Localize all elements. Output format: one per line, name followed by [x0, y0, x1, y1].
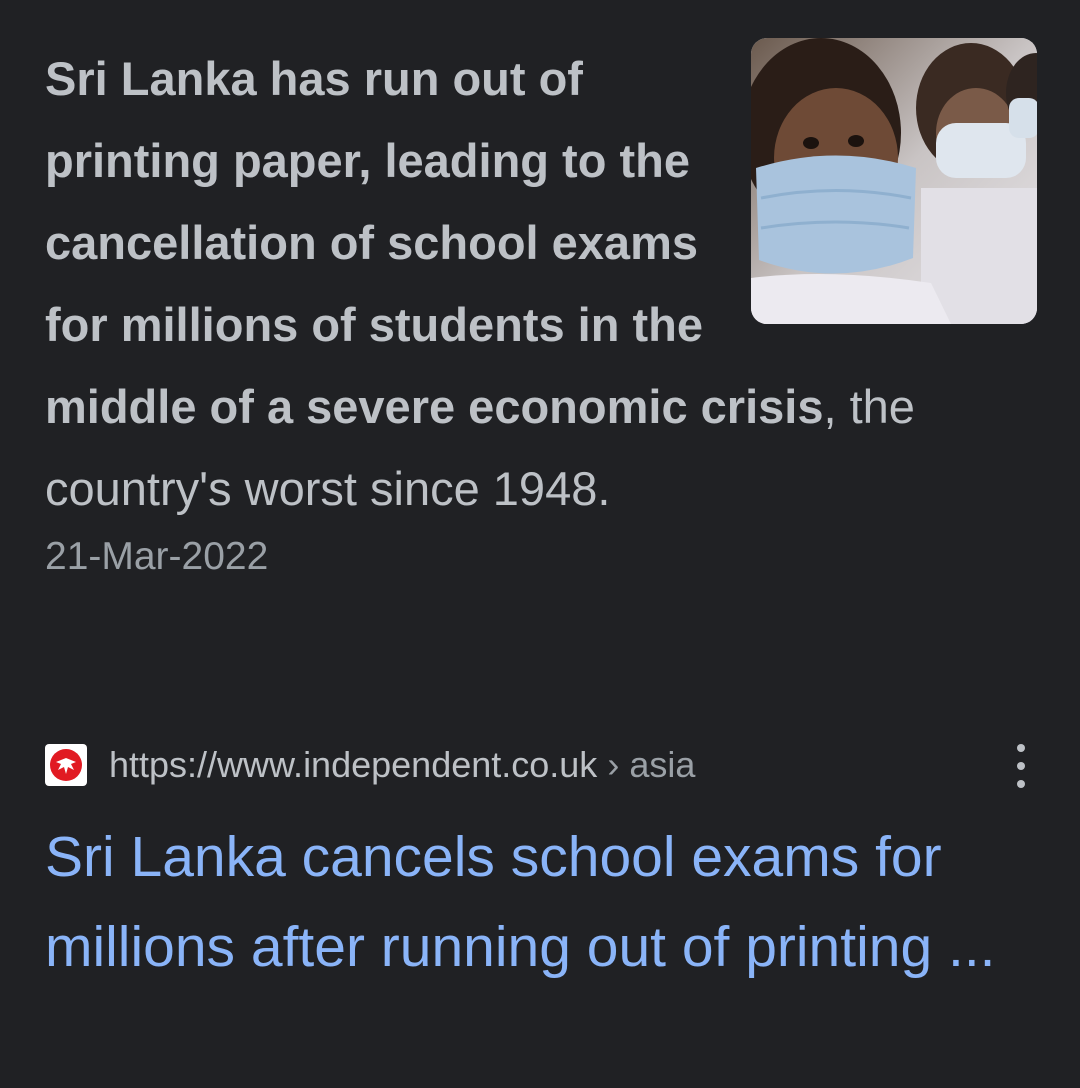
more-options-icon[interactable]: [1006, 744, 1036, 788]
independent-eagle-icon: [45, 744, 87, 786]
snippet-answer-bold: Sri Lanka has run out of printing paper,…: [45, 52, 824, 433]
result-source[interactable]: https://www.independent.co.uk › asia: [45, 743, 695, 787]
result-url-domain: https://www.independent.co.uk: [109, 744, 598, 785]
students-in-masks-photo-icon: [751, 38, 1037, 324]
snippet-thumbnail[interactable]: [751, 38, 1037, 324]
result-url-path: asia: [629, 744, 696, 785]
breadcrumb-separator: ›: [607, 744, 620, 785]
result-title-link[interactable]: Sri Lanka cancels school exams for milli…: [45, 812, 1045, 992]
result-url[interactable]: https://www.independent.co.uk › asia: [109, 744, 695, 786]
snippet-date: 21-Mar-2022: [45, 535, 269, 578]
